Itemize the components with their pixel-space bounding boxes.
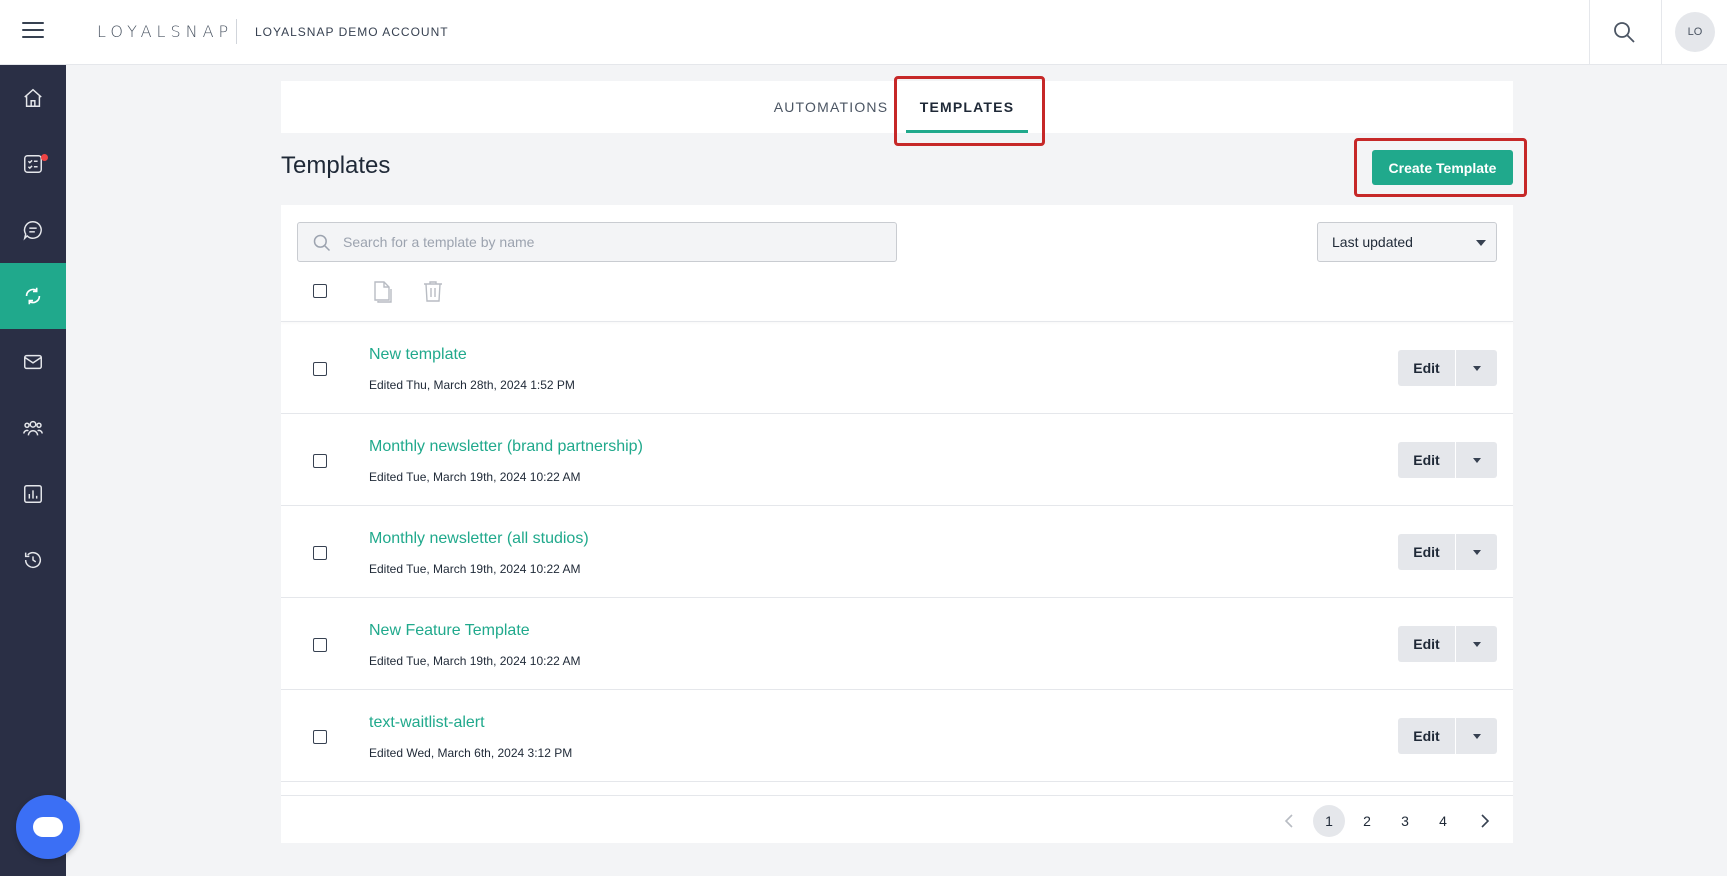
chevron-left-icon[interactable] (1282, 813, 1296, 829)
notification-dot (41, 154, 48, 161)
row-checkbox[interactable] (313, 454, 327, 468)
sidebar (0, 65, 66, 876)
template-name-link[interactable]: Monthly newsletter (brand partnership) (369, 438, 643, 456)
page-button-1[interactable]: 1 (1313, 805, 1345, 837)
sidebar-item-customers[interactable] (0, 395, 66, 461)
topbar-divider (1661, 0, 1662, 65)
edit-button-group: Edit (1398, 718, 1497, 754)
chat-bubble-icon (33, 817, 63, 837)
edit-menu-toggle[interactable] (1456, 626, 1497, 662)
page-button-4[interactable]: 4 (1427, 805, 1459, 837)
edit-menu-toggle[interactable] (1456, 718, 1497, 754)
caret-down-icon (1472, 733, 1481, 739)
chat-icon (23, 221, 42, 241)
avatar[interactable]: LO (1675, 12, 1715, 52)
sidebar-item-messages[interactable] (0, 197, 66, 263)
sidebar-item-history[interactable] (0, 527, 66, 593)
bar-chart-icon (24, 485, 42, 503)
edit-button[interactable]: Edit (1398, 442, 1456, 478)
template-name-link[interactable]: Monthly newsletter (all studios) (369, 530, 589, 548)
table-row: text-waitlist-alert Edited Wed, March 6t… (281, 690, 1513, 782)
select-all-checkbox[interactable] (313, 284, 327, 298)
caret-down-icon (1472, 457, 1481, 463)
edit-button-group: Edit (1398, 626, 1497, 662)
history-icon (24, 552, 42, 569)
search-icon[interactable] (1612, 20, 1638, 46)
template-name-link[interactable]: New template (369, 346, 467, 364)
template-edited-date: Edited Tue, March 19th, 2024 10:22 AM (369, 562, 581, 576)
search-input[interactable] (343, 223, 883, 261)
sidebar-item-reports[interactable] (0, 461, 66, 527)
edit-menu-toggle[interactable] (1456, 350, 1497, 386)
template-name-link[interactable]: text-waitlist-alert (369, 714, 485, 732)
tab-automations[interactable]: AUTOMATIONS (771, 81, 891, 133)
edit-button-group: Edit (1398, 350, 1497, 386)
support-chat-button[interactable] (16, 795, 80, 859)
active-tab-indicator (906, 130, 1028, 133)
sort-select[interactable]: Last updated (1317, 222, 1497, 262)
page-button-3[interactable]: 3 (1389, 805, 1421, 837)
chevron-right-icon[interactable] (1478, 813, 1492, 829)
search-icon (313, 234, 331, 252)
edit-menu-toggle[interactable] (1456, 534, 1497, 570)
pagination: 1 2 3 4 (281, 801, 1513, 841)
people-icon (23, 420, 43, 436)
row-checkbox[interactable] (313, 730, 327, 744)
template-name-link[interactable]: New Feature Template (369, 622, 530, 640)
home-icon (24, 88, 42, 107)
caret-down-icon (1472, 641, 1481, 647)
table-row: Monthly newsletter (brand partnership) E… (281, 414, 1513, 506)
template-edited-date: Edited Tue, March 19th, 2024 10:22 AM (369, 470, 581, 484)
edit-button[interactable]: Edit (1398, 350, 1456, 386)
sort-select-value: Last updated (1332, 234, 1413, 250)
copy-icon[interactable] (371, 279, 393, 303)
page-button-2[interactable]: 2 (1351, 805, 1383, 837)
tab-templates[interactable]: TEMPLATES (906, 81, 1028, 133)
search-field (297, 222, 897, 262)
template-edited-date: Edited Tue, March 19th, 2024 10:22 AM (369, 654, 581, 668)
edit-button[interactable]: Edit (1398, 718, 1456, 754)
edit-button[interactable]: Edit (1398, 534, 1456, 570)
row-checkbox[interactable] (313, 362, 327, 376)
create-template-button[interactable]: Create Template (1372, 150, 1513, 185)
row-checkbox[interactable] (313, 546, 327, 560)
template-edited-date: Edited Wed, March 6th, 2024 3:12 PM (369, 746, 573, 760)
mail-icon (24, 354, 42, 370)
caret-down-icon (1476, 240, 1486, 246)
edit-button-group: Edit (1398, 534, 1497, 570)
table-row: New template Edited Thu, March 28th, 202… (281, 322, 1513, 414)
top-bar: LOYALSNAP LOYALSNAP DEMO ACCOUNT LO (0, 0, 1727, 65)
sidebar-item-tasks[interactable] (0, 131, 66, 197)
sidebar-item-email[interactable] (0, 329, 66, 395)
sidebar-item-automations[interactable] (0, 263, 66, 329)
tabs-bar: AUTOMATIONS TEMPLATES (281, 81, 1513, 133)
trash-icon[interactable] (422, 279, 444, 303)
menu-icon[interactable] (22, 22, 44, 40)
caret-down-icon (1472, 365, 1481, 371)
caret-down-icon (1472, 549, 1481, 555)
sidebar-item-home[interactable] (0, 65, 66, 131)
table-row: New Feature Template Edited Tue, March 1… (281, 598, 1513, 690)
sync-icon (25, 287, 41, 305)
row-checkbox[interactable] (313, 638, 327, 652)
topbar-divider (1589, 0, 1590, 65)
edit-menu-toggle[interactable] (1456, 442, 1497, 478)
edit-button-group: Edit (1398, 442, 1497, 478)
templates-list-card: Last updated New template Edited Thu, Ma… (281, 205, 1513, 843)
pagination-divider (281, 795, 1513, 796)
account-name: LOYALSNAP DEMO ACCOUNT (255, 25, 449, 39)
edit-button[interactable]: Edit (1398, 626, 1456, 662)
table-row: Monthly newsletter (all studios) Edited … (281, 506, 1513, 598)
page-title: Templates (281, 152, 391, 179)
brand-logo: LOYALSNAP (97, 22, 234, 41)
brand-divider (236, 19, 237, 44)
template-edited-date: Edited Thu, March 28th, 2024 1:52 PM (369, 378, 575, 392)
